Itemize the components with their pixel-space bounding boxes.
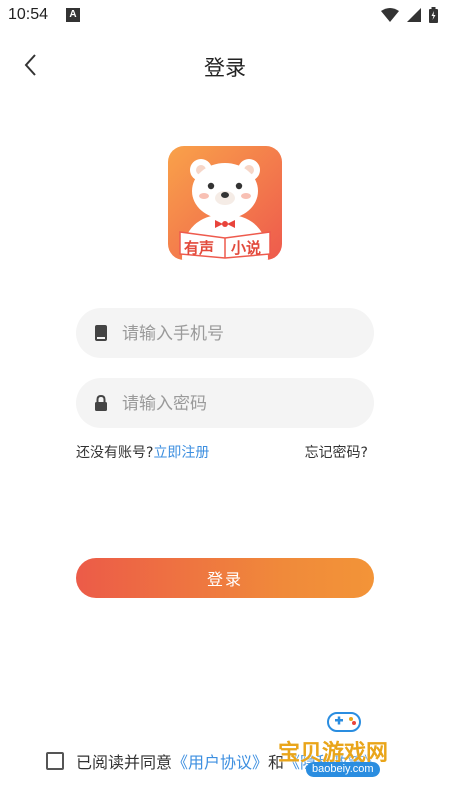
notification-a-icon: A — [66, 8, 80, 22]
user-agreement-link[interactable]: 《用户协议》 — [172, 749, 268, 773]
wifi-icon — [381, 8, 399, 22]
no-account-text: 还没有账号? — [76, 445, 154, 461]
logo-tag-right: 小说 — [231, 239, 262, 257]
nav-bar: 登录 — [0, 40, 450, 90]
logo-tag-left: 有声 — [184, 239, 215, 257]
forgot-password-link[interactable]: 忘记密码? — [305, 442, 368, 462]
agreement-checkbox[interactable] — [46, 752, 64, 770]
app-logo: 有声 小说 — [168, 146, 282, 260]
battery-icon — [429, 7, 438, 23]
phone-input[interactable] — [120, 308, 364, 360]
login-button[interactable]: 登录 — [76, 558, 374, 598]
lock-icon — [95, 395, 107, 411]
no-account-prompt: 还没有账号?立即注册 — [76, 442, 209, 462]
account-links-row: 还没有账号?立即注册 忘记密码? — [76, 442, 374, 466]
status-bar: 10:54 A — [0, 0, 450, 32]
password-input-field[interactable] — [76, 378, 374, 430]
status-time: 10:54 — [8, 6, 49, 23]
phone-input-field[interactable] — [76, 308, 374, 360]
agreement-prefix: 已阅读并同意 — [76, 753, 173, 772]
agreement-and: 和 — [268, 753, 285, 772]
status-icons — [381, 7, 438, 23]
register-link[interactable]: 立即注册 — [153, 445, 209, 461]
phone-icon — [95, 325, 107, 341]
gamepad-icon — [327, 712, 361, 732]
page-title: 登录 — [204, 56, 246, 80]
password-input[interactable] — [120, 378, 364, 430]
privacy-policy-link[interactable]: 《隐私政策》 — [284, 749, 380, 773]
agreement-row: 已阅读并同意 《用户协议》 和 《隐私政策》 — [46, 748, 380, 774]
signal-icon — [407, 8, 421, 22]
